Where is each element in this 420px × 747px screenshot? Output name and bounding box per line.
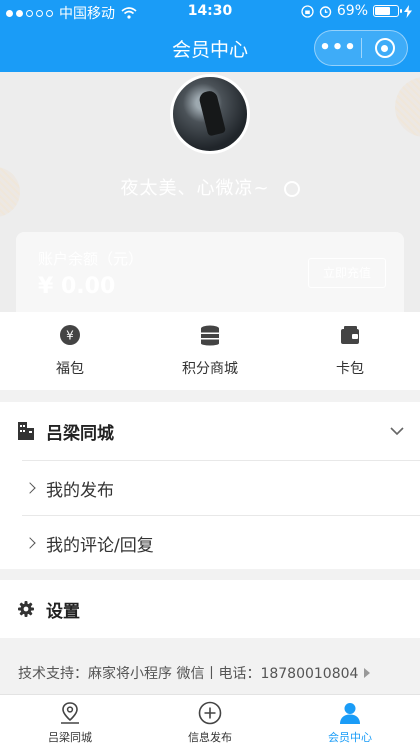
tab-member-center[interactable]: 会员中心 [280, 695, 420, 747]
user-icon [338, 701, 362, 725]
city-section: 吕梁同城 我的发布 我的评论/回复 [0, 402, 420, 569]
tab-label: 会员中心 [328, 731, 372, 744]
tech-support-footer[interactable]: 技术支持：麻家将小程序 微信丨电话：18780010804 [0, 655, 420, 691]
miniprogram-capsule: ••• [314, 30, 408, 66]
tab-lvliang-city[interactable]: 吕梁同城 [0, 695, 140, 747]
chevron-down-icon[interactable] [390, 426, 404, 436]
username: 夜太美、心微凉~ [120, 178, 270, 199]
recharge-button[interactable]: 立即充值 [308, 258, 386, 288]
close-miniprogram-button[interactable] [362, 38, 407, 58]
map-pin-icon [58, 701, 82, 725]
avatar[interactable] [170, 74, 250, 154]
quick-item-label: 积分商城 [182, 361, 238, 377]
list-item-label: 我的发布 [46, 480, 114, 501]
balance-card: 账户余额（元） ¥ 0.00 立即充值 [16, 232, 404, 312]
target-icon [374, 38, 395, 58]
chevron-right-icon [24, 537, 36, 549]
city-section-header[interactable]: 吕梁同城 [0, 402, 420, 460]
tab-label: 信息发布 [188, 731, 232, 744]
wallet-icon [339, 324, 361, 346]
header-decoration-right [395, 77, 420, 137]
nav-bar: 会员中心 ••• [0, 24, 420, 72]
coin-stack-icon [199, 324, 221, 346]
username-row: 夜太美、心微凉~ [0, 174, 420, 200]
battery-icon [373, 5, 402, 17]
profile-header: 夜太美、心微凉~ 账户余额（元） ¥ 0.00 立即充值 [0, 72, 420, 312]
alarm-icon [319, 5, 332, 18]
tab-post-info[interactable]: 信息发布 [140, 695, 280, 747]
settings-section: 设置 [0, 580, 420, 638]
balance-amount: ¥ 0.00 [38, 274, 116, 299]
gear-icon [18, 601, 34, 617]
status-bar: 中国移动 14:30 69% [0, 0, 420, 24]
settings-item[interactable]: 设置 [0, 580, 420, 638]
my-comments-item[interactable]: 我的评论/回复 [22, 515, 420, 570]
rotation-lock-icon [301, 4, 314, 18]
quick-item-points-mall[interactable]: 积分商城 [140, 312, 280, 390]
settings-title: 设置 [46, 601, 80, 622]
play-arrow-icon [364, 668, 371, 678]
quick-item-label: 卡包 [336, 361, 364, 377]
balance-label: 账户余额（元） [38, 250, 144, 268]
building-icon [18, 422, 34, 440]
quick-menu: ¥ 福包 积分商城 卡包 [0, 312, 420, 390]
plus-circle-icon [198, 701, 222, 725]
quick-item-fubao[interactable]: ¥ 福包 [0, 312, 140, 390]
quick-item-card-wallet[interactable]: 卡包 [280, 312, 420, 390]
svg-text:¥: ¥ [66, 329, 74, 343]
status-right: 69% [301, 3, 412, 19]
battery-percent: 69% [336, 3, 368, 19]
tab-label: 吕梁同城 [48, 731, 92, 744]
edit-profile-icon[interactable] [283, 181, 300, 197]
more-menu-button[interactable]: ••• [315, 33, 361, 63]
tab-bar: 吕梁同城 信息发布 会员中心 [0, 694, 420, 747]
yen-coin-icon: ¥ [59, 324, 81, 346]
list-item-label: 我的评论/回复 [46, 535, 154, 556]
charging-icon [404, 4, 412, 18]
my-posts-item[interactable]: 我的发布 [22, 460, 420, 515]
quick-item-label: 福包 [56, 361, 84, 377]
footer-text: 技术支持：麻家将小程序 微信丨电话：18780010804 [18, 666, 359, 682]
city-section-title: 吕梁同城 [46, 423, 114, 444]
chevron-right-icon [24, 482, 36, 494]
